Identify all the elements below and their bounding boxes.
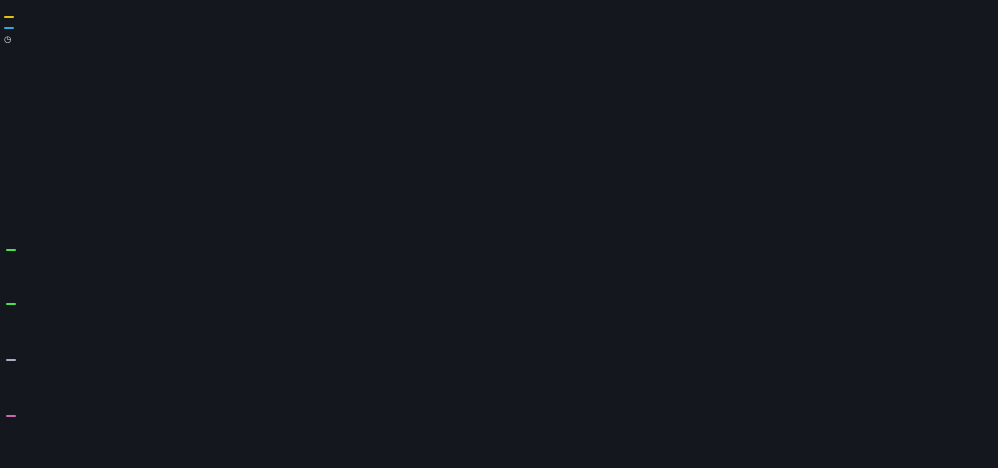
trading-chart-app: ◷ (0, 0, 998, 468)
cci-line-icon (6, 359, 16, 361)
chart-canvas[interactable] (0, 0, 998, 468)
macd-legend[interactable] (6, 299, 38, 309)
rsi-legend[interactable] (6, 411, 26, 421)
sstoc-line-icon (6, 249, 16, 251)
sma50-line-icon (4, 16, 14, 18)
instrument-legend[interactable] (4, 1, 31, 12)
sma200-line-icon (4, 27, 14, 29)
rsi-line-icon (6, 415, 16, 417)
cci-legend[interactable] (6, 355, 26, 365)
sma200-legend[interactable] (4, 23, 24, 33)
macd-line-icon (6, 303, 16, 305)
clock-icon: ◷ (4, 34, 11, 44)
sstoc-legend[interactable] (6, 245, 32, 255)
date-range-legend[interactable]: ◷ (4, 34, 20, 44)
sma50-legend[interactable] (4, 12, 24, 22)
